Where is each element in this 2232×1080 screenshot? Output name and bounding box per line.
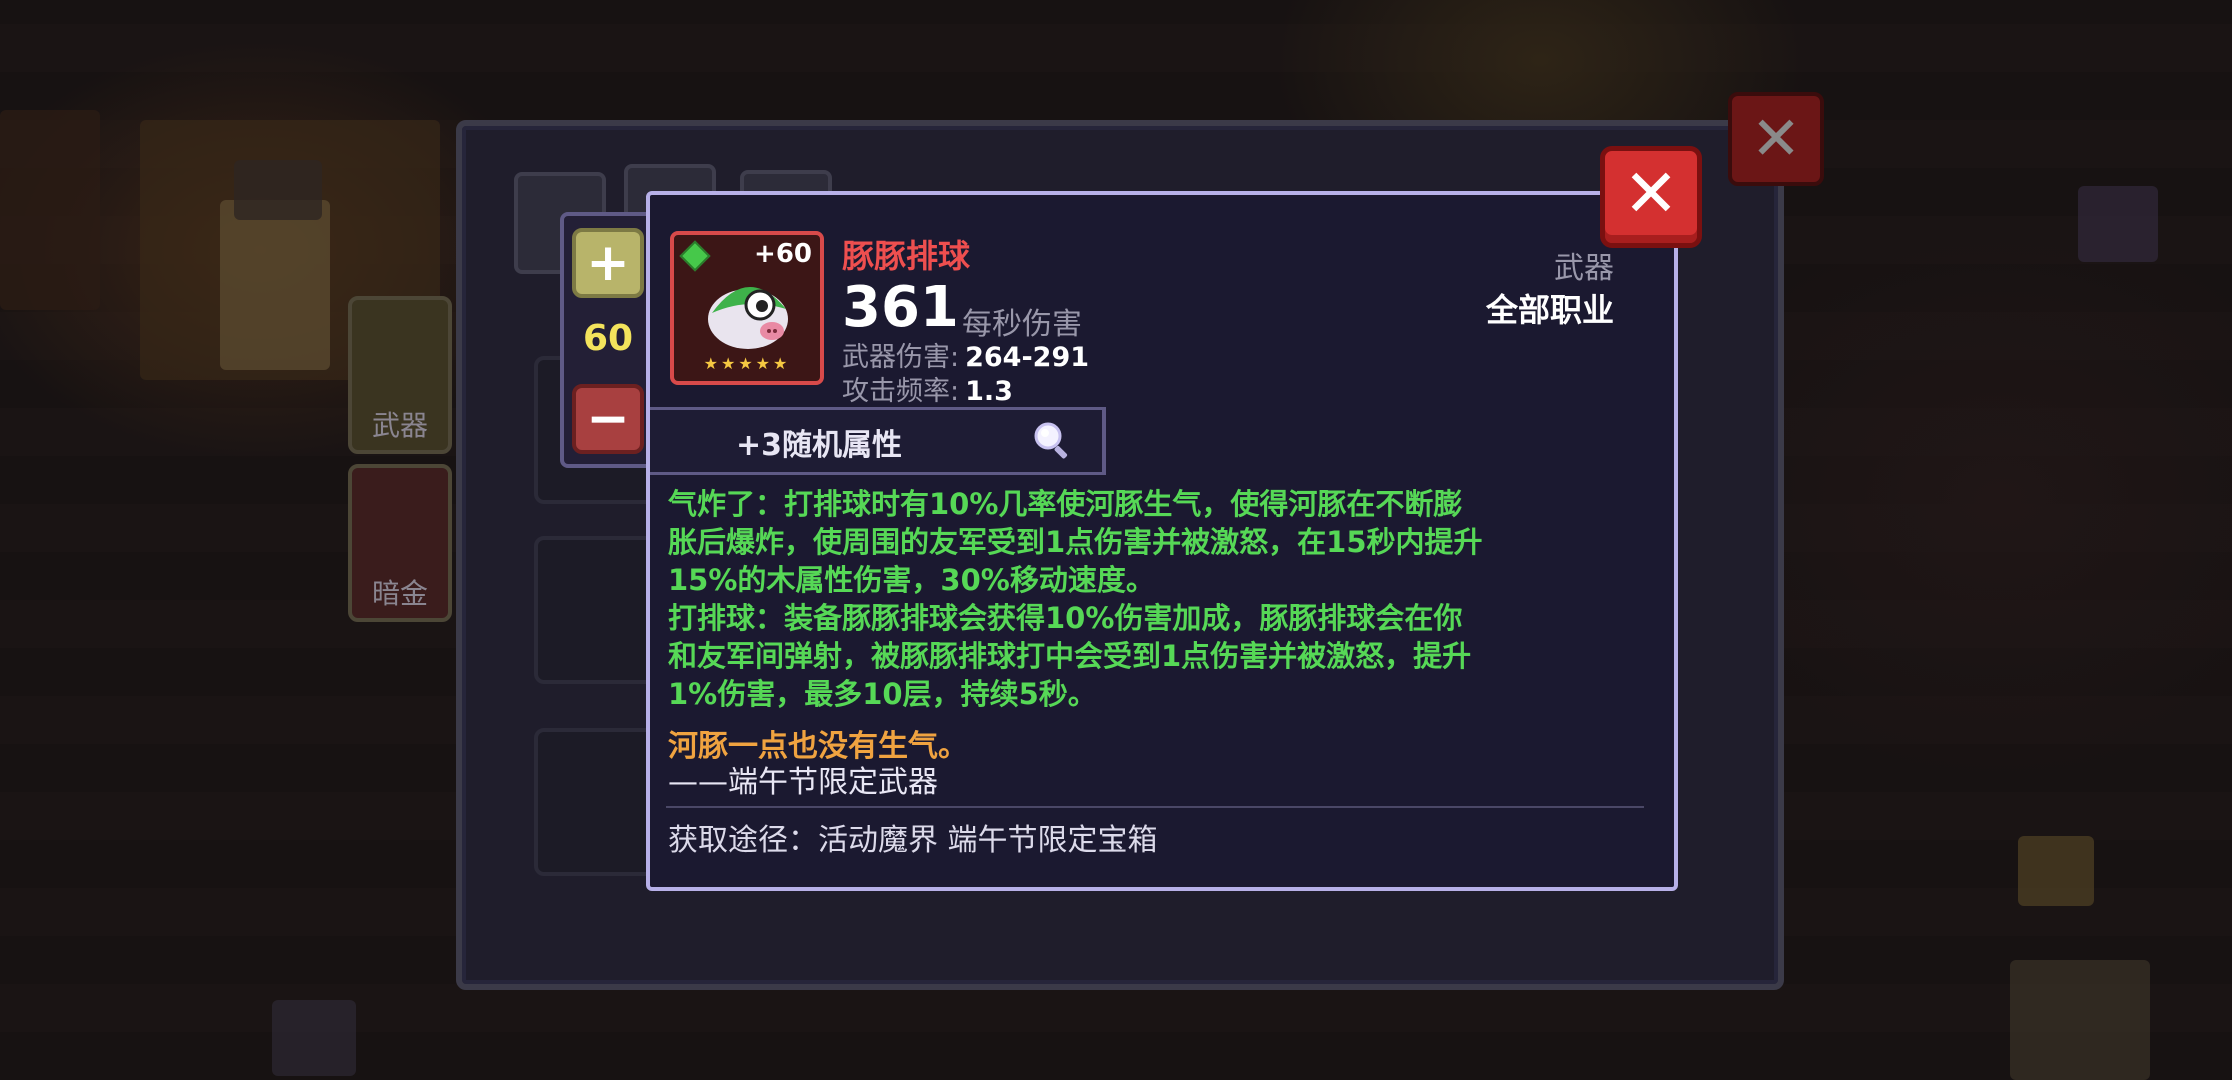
description-line: 打排球：装备豚豚排球会获得10%伤害加成，豚豚排球会在你: [668, 601, 1463, 635]
inventory-close-button[interactable]: ✕: [1728, 92, 1824, 186]
divider: [666, 806, 1644, 808]
bg-banner: [0, 110, 100, 310]
bg-shop-sign: [234, 160, 322, 220]
item-name: 豚豚排球: [842, 237, 971, 275]
bg-rabbit-npc: [220, 200, 330, 370]
item-type: 武器: [1554, 251, 1614, 286]
upgrade-count: 60: [582, 318, 634, 359]
description-line: 15%的木属性伤害，30%移动速度。: [668, 563, 1155, 597]
description-line: 1%伤害，最多10层，持续5秒。: [668, 677, 1097, 711]
magnifier-icon[interactable]: [1032, 420, 1072, 460]
item-flavor-source: ——端午节限定武器: [668, 765, 938, 800]
random-attribute-label: +3随机属性: [736, 428, 903, 463]
bg-map-marker: [272, 1000, 356, 1076]
item-description: 气炸了：打排球时有10%几率使河豚生气，使得河豚在不断膨 胀后爆炸，使周围的友军…: [668, 485, 1628, 713]
item-icon: +60 ★★★★★: [670, 231, 824, 385]
minus-icon: −: [586, 389, 630, 449]
card-close-button[interactable]: ✕: [1600, 146, 1702, 248]
gem-icon: [679, 240, 711, 272]
rate-stat: 攻击频率: 1.3: [842, 369, 1013, 408]
item-stars: ★★★★★: [703, 354, 791, 373]
random-attribute-bar[interactable]: +3随机属性: [650, 407, 1106, 475]
upgrade-panel: + 60 −: [560, 212, 656, 468]
item-source: 获取途径：活动魔界 端午节限定宝箱: [668, 823, 1158, 858]
bg-crown-marker: [2018, 836, 2094, 906]
rate-label: 攻击频率:: [842, 376, 960, 407]
description-line: 和友军间弹射，被豚豚排球打中会受到1点伤害并被激怒，提升: [668, 639, 1472, 673]
side-tab-weapon[interactable]: 武器: [348, 296, 452, 454]
bg-pedestal: [2010, 960, 2150, 1080]
description-line: 胀后爆炸，使周围的友军受到1点伤害并被激怒，在15秒内提升: [668, 525, 1483, 559]
side-tab-label: 武器: [371, 409, 428, 442]
plus-icon: +: [586, 233, 630, 293]
item-detail-card: +60 ★★★★★ 豚豚排球 361 每秒伤害 武器伤害: 264-291 攻击频…: [646, 191, 1678, 891]
item-class: 全部职业: [1485, 291, 1614, 329]
side-tab-label: 暗金: [371, 577, 428, 610]
bg-gem-marker: [2078, 186, 2158, 262]
description-line: 气炸了：打排球时有10%几率使河豚生气，使得河豚在不断膨: [668, 487, 1463, 521]
item-enhance-level: +60: [754, 239, 812, 269]
close-icon: ✕: [1750, 104, 1802, 174]
side-tab-dark-gold[interactable]: 暗金: [348, 464, 452, 622]
rate-value: 1.3: [965, 376, 1013, 407]
decrease-button[interactable]: −: [572, 384, 644, 454]
item-dps: 361: [842, 275, 959, 340]
close-icon: ✕: [1623, 155, 1679, 232]
increase-button[interactable]: +: [572, 228, 644, 298]
pufferfish-volleyball-icon: [708, 286, 788, 349]
